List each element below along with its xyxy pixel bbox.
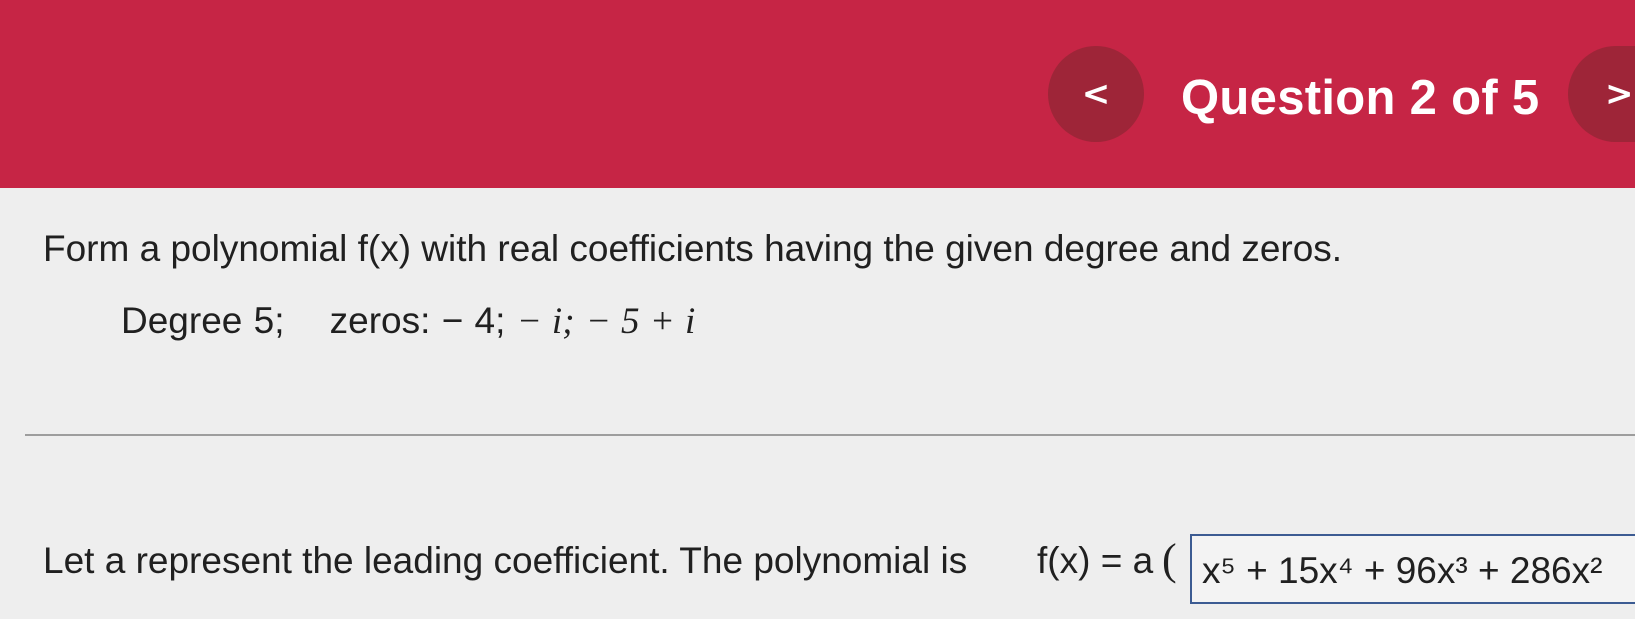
question-content: Form a polynomial f(x) with real coeffic… [0,188,1635,619]
zero-value-3: − 5 + i [585,301,696,342]
question-header: < Question 2 of 5 > [0,0,1635,188]
zero-value-1: − 4; [441,300,506,341]
section-divider [25,434,1635,436]
polynomial-answer-value: x⁵ + 15x⁴ + 96x³ + 286x² [1202,550,1603,591]
opening-parenthesis: ( [1162,535,1177,584]
question-instruction: Form a polynomial f(x) with real coeffic… [43,228,1343,269]
zeros-label: zeros: [329,300,431,341]
question-page: < Question 2 of 5 > Form a polynomial f(… [0,0,1635,619]
chevron-right-icon: > [1605,74,1634,114]
polynomial-answer-input[interactable]: x⁵ + 15x⁴ + 96x³ + 286x² [1190,534,1635,604]
degree-and-zeros: Degree 5; zeros: − 4; − i; − 5 + i [121,300,695,343]
next-question-button[interactable]: > [1568,46,1635,142]
answer-prompt: Let a represent the leading coefficient.… [43,540,968,581]
degree-text: Degree 5; [121,300,285,341]
chevron-left-icon: < [1081,74,1111,114]
question-counter: Question 2 of 5 [1181,71,1540,125]
zero-value-2: − i; [516,301,575,342]
previous-question-button[interactable]: < [1048,46,1144,142]
function-expression: f(x) = a [1037,540,1154,581]
